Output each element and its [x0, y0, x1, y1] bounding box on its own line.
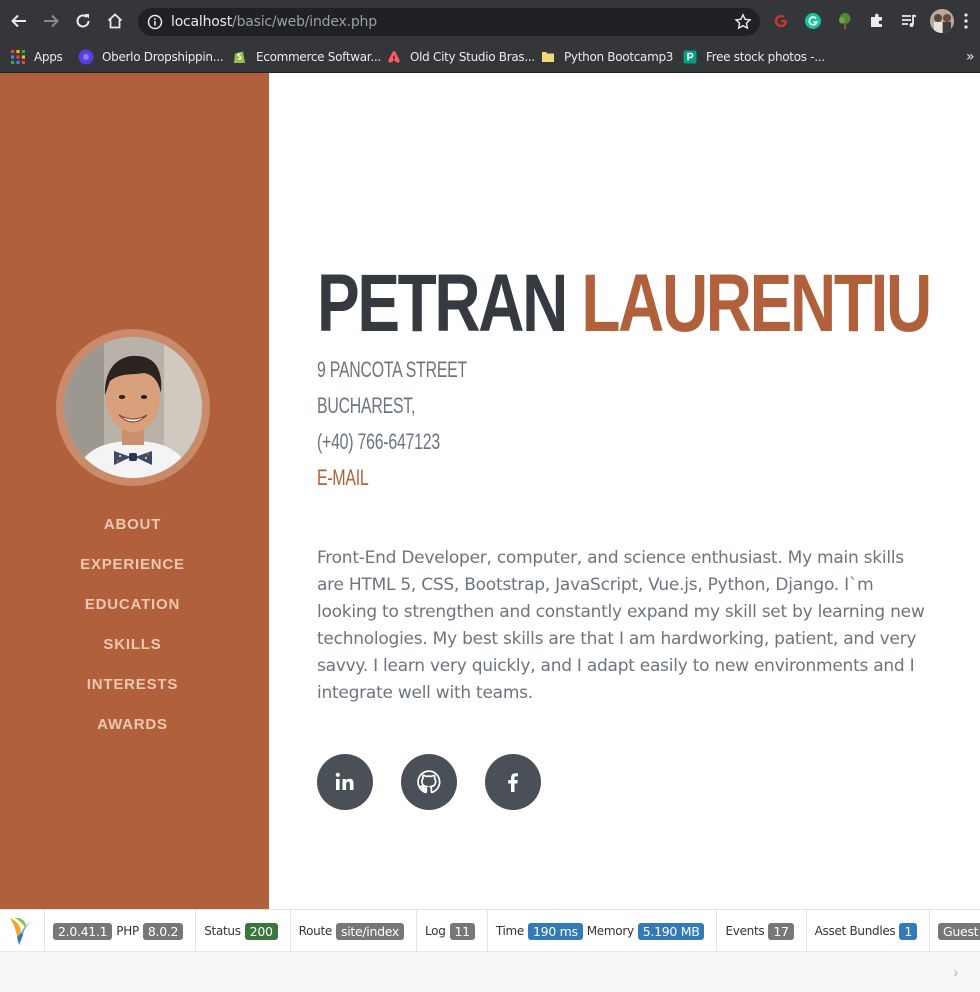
bookmark-python[interactable]: Python Bootcamp3 [540, 47, 673, 67]
bookmark-label: Apps [34, 50, 63, 64]
info-icon[interactable] [147, 14, 163, 35]
home-button[interactable] [103, 9, 127, 33]
yii-logo-icon [10, 917, 34, 945]
bookmark-label: Old City Studio Bras... [410, 50, 535, 64]
route-badge: site/index [335, 922, 404, 940]
yii-version-badge: 2.0.41.1 [53, 922, 113, 940]
linkedin-icon [335, 772, 354, 790]
bookmark-oberlo[interactable]: Oberlo Dropshippin... [78, 47, 224, 67]
address-bar[interactable]: localhost/basic/web/index.php [138, 8, 760, 36]
browser-toolbar: localhost/basic/web/index.php [0, 0, 980, 42]
bookmark-label: Python Bootcamp3 [564, 50, 674, 64]
memory-label: Memory [586, 924, 634, 938]
facebook-icon [508, 773, 518, 792]
bookmark-airbnb[interactable]: Old City Studio Bras... [386, 47, 535, 67]
oberlo-icon [78, 49, 94, 65]
bookmark-pexels[interactable]: Free stock photos -... [682, 47, 825, 67]
nav-awards[interactable]: AWARDS [0, 713, 265, 753]
airbnb-icon [386, 49, 402, 65]
reading-list-icon[interactable] [899, 11, 919, 31]
url-path: /basic/web/index.php [232, 14, 377, 30]
reload-button[interactable] [71, 9, 95, 33]
debug-toolbar-row: 2.0.41.1 PHP 8.0.2 Status 200 Route site… [0, 910, 980, 952]
arrow-left-icon [11, 14, 26, 28]
time-badge: 190 ms [528, 922, 583, 940]
back-button[interactable] [7, 9, 31, 33]
bookmark-label: Ecommerce Softwar... [256, 50, 381, 64]
profile-photo [64, 337, 202, 478]
more-menu-icon[interactable] [956, 11, 976, 31]
main-content: PETRAN LAURENTIU 9 PANCOTA STREET BUCHAR… [269, 73, 980, 909]
bookmark-star-icon[interactable] [734, 13, 752, 36]
side-navigation: ABOUT EXPERIENCE EDUCATION SKILLS INTERE… [0, 513, 265, 753]
debug-route[interactable]: Route site/index [291, 910, 417, 952]
github-button[interactable] [401, 754, 457, 810]
debug-toolbar: 2.0.41.1 PHP 8.0.2 Status 200 Route site… [0, 909, 980, 992]
log-label: Log [424, 924, 446, 938]
time-label: Time [495, 924, 525, 938]
folder-icon [540, 49, 556, 65]
arrow-right-icon [44, 14, 59, 28]
debug-user[interactable]: Guest [930, 910, 980, 952]
toolbar-toggle-chevron-icon[interactable]: › [953, 964, 958, 980]
bookmarks-more-button[interactable]: » [966, 47, 975, 67]
debug-profiling[interactable]: Time 190 ms Memory 5.190 MB [488, 910, 718, 952]
php-version-badge: 8.0.2 [142, 922, 184, 940]
bookmark-label: Oberlo Dropshippin... [102, 50, 224, 64]
bookmark-label: Free stock photos -... [706, 50, 825, 64]
github-icon [417, 770, 441, 794]
pexels-icon [682, 49, 698, 65]
log-count-badge: 11 [449, 922, 475, 940]
nav-education[interactable]: EDUCATION [0, 593, 265, 633]
nav-experience[interactable]: EXPERIENCE [0, 553, 265, 593]
asset-bundles-label: Asset Bundles [814, 924, 896, 938]
tree-extension-icon[interactable] [835, 11, 855, 31]
grammarly-icon[interactable] [803, 11, 823, 31]
debug-status[interactable]: Status 200 [196, 910, 291, 952]
profile-name: PETRAN LAURENTIU [317, 258, 932, 349]
url-host: localhost [171, 14, 233, 30]
php-label: PHP [116, 924, 139, 938]
debug-config[interactable]: 2.0.41.1 PHP 8.0.2 [45, 910, 197, 952]
user-badge: Guest [938, 922, 980, 940]
reload-icon [76, 14, 90, 28]
nav-about[interactable]: ABOUT [0, 513, 265, 553]
debug-log[interactable]: Log 11 [417, 910, 488, 952]
debug-asset-bundles[interactable]: Asset Bundles 1 [807, 910, 931, 952]
asset-bundles-badge: 1 [899, 922, 918, 940]
url-text: localhost/basic/web/index.php [171, 14, 377, 30]
extension-red-icon[interactable] [771, 11, 791, 31]
apps-grid-icon [10, 49, 26, 65]
forward-button[interactable] [39, 9, 63, 33]
memory-badge: 5.190 MB [637, 922, 705, 940]
bookmark-shopify[interactable]: Ecommerce Softwar... [232, 47, 381, 67]
events-label: Events [725, 924, 765, 938]
social-links [317, 754, 569, 810]
shopify-icon [232, 49, 248, 65]
facebook-button[interactable] [485, 754, 541, 810]
more-chevron-icon: » [966, 49, 975, 65]
yii-logo-button[interactable] [0, 910, 45, 952]
first-name: PETRAN [317, 258, 568, 349]
events-count-badge: 17 [768, 922, 794, 940]
profile-avatar[interactable] [930, 9, 954, 33]
phone-number: (+40) 766-647123 [317, 429, 440, 454]
status-label: Status [204, 924, 241, 938]
bookmark-apps[interactable]: Apps [10, 47, 63, 67]
about-text: Front-End Developer, computer, and scien… [317, 548, 925, 703]
route-label: Route [298, 924, 333, 938]
home-icon [107, 13, 123, 29]
nav-interests[interactable]: INTERESTS [0, 673, 265, 713]
bookmarks-bar: Apps Oberlo Dropshippin... Ecommerce Sof… [0, 42, 980, 73]
linkedin-button[interactable] [317, 754, 373, 810]
sidebar: ABOUT EXPERIENCE EDUCATION SKILLS INTERE… [0, 73, 269, 909]
email-link[interactable]: E-MAIL [317, 466, 369, 490]
status-badge: 200 [244, 922, 278, 940]
last-name: LAURENTIU [581, 258, 932, 349]
nav-skills[interactable]: SKILLS [0, 633, 265, 673]
address-street: 9 PANCOTA STREET [317, 357, 467, 382]
debug-events[interactable]: Events 17 [717, 910, 807, 952]
extensions-puzzle-icon[interactable] [867, 11, 887, 31]
address-city: BUCHAREST, [317, 393, 416, 418]
